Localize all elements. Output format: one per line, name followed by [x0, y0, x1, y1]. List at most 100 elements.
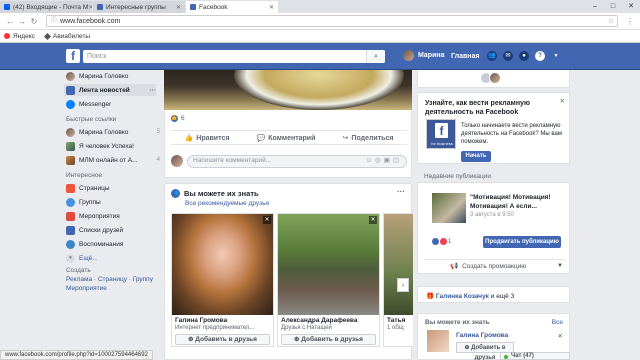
birthday-name[interactable]: Галинка Козачук: [436, 293, 489, 300]
comment-icon: 💬: [256, 134, 266, 142]
close-window-icon[interactable]: ✕: [622, 0, 640, 13]
post-image[interactable]: [164, 70, 412, 110]
bookmark-label: Авиабилеты: [52, 32, 91, 40]
bookmark-aviabilety[interactable]: Авиабилеты: [43, 32, 91, 40]
sidebar-item-events[interactable]: Мероприятия: [66, 210, 160, 222]
dropdown-icon[interactable]: ▾: [551, 51, 561, 61]
carousel-next-button[interactable]: ›: [397, 278, 409, 292]
more-options-icon[interactable]: ···: [397, 187, 405, 196]
interests-heading: Интересное: [66, 172, 103, 179]
close-icon[interactable]: ✕: [176, 4, 181, 11]
minimize-icon[interactable]: –: [586, 0, 604, 13]
sidebar-item-profile[interactable]: Марина Головко: [66, 70, 160, 82]
close-icon[interactable]: ✕: [263, 216, 271, 224]
tab-groups[interactable]: Интересные группы ✕: [93, 1, 185, 13]
post-reactions[interactable]: 1: [432, 238, 451, 245]
person-photo[interactable]: [384, 214, 413, 315]
facebook-logo-icon: f: [435, 123, 448, 138]
add-friend-button[interactable]: ⊕ Добавить в друзья: [175, 334, 270, 345]
chevron-down-icon[interactable]: ▼: [557, 263, 563, 269]
ad-title[interactable]: Узнайте, как вести рекламную деятельност…: [425, 99, 555, 117]
birthday-text[interactable]: 🎁 Галинка Козачук и ещё 3: [426, 292, 514, 300]
boost-post-button[interactable]: Продвигать публикацию: [483, 236, 561, 248]
avatar[interactable]: [489, 72, 501, 84]
see-all-link[interactable]: Все: [552, 319, 563, 326]
sidebar-item-shortcut[interactable]: Марина Головко 5: [66, 126, 160, 138]
love-reaction-icon: [440, 238, 447, 245]
facebook-favicon-icon: [97, 4, 103, 10]
star-icon[interactable]: ☆: [608, 16, 614, 27]
chat-bar[interactable]: Чат (47): [500, 352, 570, 360]
facebook-logo-icon[interactable]: f: [66, 49, 80, 63]
messages-icon[interactable]: ✉: [503, 51, 513, 61]
bookmarks-bar: Яндекс Авиабилеты: [0, 30, 640, 43]
person-photo[interactable]: [172, 214, 273, 315]
comment-button[interactable]: 💬 Комментарий: [257, 134, 316, 142]
ad-description: Только начинаете вести рекламную деятель…: [461, 123, 562, 145]
url-field[interactable]: ⓘ www.facebook.com ☆: [46, 15, 618, 27]
share-button[interactable]: ↪ Поделиться: [343, 134, 394, 142]
home-link[interactable]: Главная: [451, 53, 479, 60]
share-icon: ↪: [342, 134, 349, 142]
search-input[interactable]: Поиск: [83, 50, 385, 63]
sidebar-item-label: Марина Головко: [79, 128, 129, 136]
like-button[interactable]: 👍 Нравится: [185, 134, 230, 142]
more-icon[interactable]: ···: [150, 87, 157, 94]
comment-input[interactable]: Напишите комментарий... ☺◎▣◫: [187, 154, 407, 168]
create-links-row[interactable]: Реклама · Страницу · Группу: [66, 275, 160, 284]
tab-facebook[interactable]: Facebook ✕: [186, 1, 278, 13]
sidebar-item-news-feed[interactable]: Лента новостей ···: [64, 84, 156, 96]
see-all-link[interactable]: Все рекомендуемые друзья: [185, 200, 269, 207]
sidebar-item-groups[interactable]: Группы: [66, 196, 160, 208]
close-icon[interactable]: ✕: [369, 216, 377, 224]
search-icon[interactable]: ⌕: [366, 50, 385, 63]
person-photo[interactable]: [278, 214, 379, 315]
close-icon[interactable]: ✕: [269, 4, 274, 11]
person-name[interactable]: Галина Громова: [175, 317, 227, 324]
sidebar-item-shortcut[interactable]: Я человек Успеха!: [66, 140, 160, 152]
start-button[interactable]: Начать: [461, 151, 491, 162]
calendar-icon: [66, 211, 75, 221]
sidebar-item-memories[interactable]: Воспоминания: [66, 238, 160, 250]
close-icon[interactable]: ✕: [560, 97, 565, 105]
sidebar-item-friend-lists[interactable]: Списки друзей: [66, 224, 160, 236]
forward-icon[interactable]: →: [16, 17, 28, 26]
tab-mail[interactable]: (42) Входящие - Почта M ✕: [0, 1, 92, 13]
person-name[interactable]: Александра Дарафеева: [281, 317, 357, 324]
bookmark-yandex[interactable]: Яндекс: [4, 33, 35, 40]
avatar: [171, 155, 183, 167]
sidebar-item-label: Messenger: [79, 100, 112, 108]
notifications-icon[interactable]: ●: [519, 51, 529, 61]
info-icon[interactable]: ⓘ: [51, 16, 57, 27]
comment-label: Комментарий: [268, 134, 316, 142]
sidebar-item-label: Списки друзей: [79, 226, 124, 234]
create-links-row[interactable]: Мероприятие: [66, 284, 160, 293]
sidebar-item-more[interactable]: ▾ Ещё...: [66, 252, 160, 264]
close-icon[interactable]: ✕: [88, 4, 92, 11]
create-promotion-button[interactable]: 📢 Создать промоакцию ▼: [424, 259, 565, 272]
facebook-business-logo: f for business: [426, 119, 456, 149]
back-icon[interactable]: ←: [4, 17, 16, 26]
sidebar-item-messenger[interactable]: Messenger: [66, 98, 160, 110]
person-name[interactable]: Галина Громова: [456, 332, 508, 339]
profile-link[interactable]: Марина: [403, 50, 445, 61]
help-icon[interactable]: ?: [535, 51, 545, 61]
sidebar-item-pages[interactable]: Страницы: [66, 182, 160, 194]
avatar[interactable]: [427, 330, 449, 352]
close-icon[interactable]: ✕: [558, 332, 563, 340]
friend-requests-icon[interactable]: 👥: [487, 51, 497, 61]
post-thumbnail[interactable]: [432, 193, 466, 223]
menu-icon[interactable]: ⋮: [624, 17, 636, 26]
likes-count[interactable]: 👍 6: [171, 115, 185, 122]
gift-icon: 🎁: [426, 293, 435, 300]
avatar: [403, 50, 414, 61]
reload-icon[interactable]: ↻: [28, 17, 40, 26]
maximize-icon[interactable]: □: [604, 0, 622, 13]
sidebar-item-shortcut[interactable]: МЛМ онлайн от А... 4: [66, 154, 160, 166]
add-friend-button[interactable]: ⊕ Добавить в друзья: [281, 334, 376, 345]
news-feed-icon: [66, 85, 75, 95]
post-action-row: 👍 Нравится 💬 Комментарий ↪ Поделиться: [171, 130, 407, 145]
post-title[interactable]: "Мотивация! Мотивация! Мотивация! А если…: [470, 193, 566, 211]
comment-tools-icons[interactable]: ☺◎▣◫: [365, 155, 402, 167]
person-name[interactable]: Татья: [387, 317, 405, 324]
